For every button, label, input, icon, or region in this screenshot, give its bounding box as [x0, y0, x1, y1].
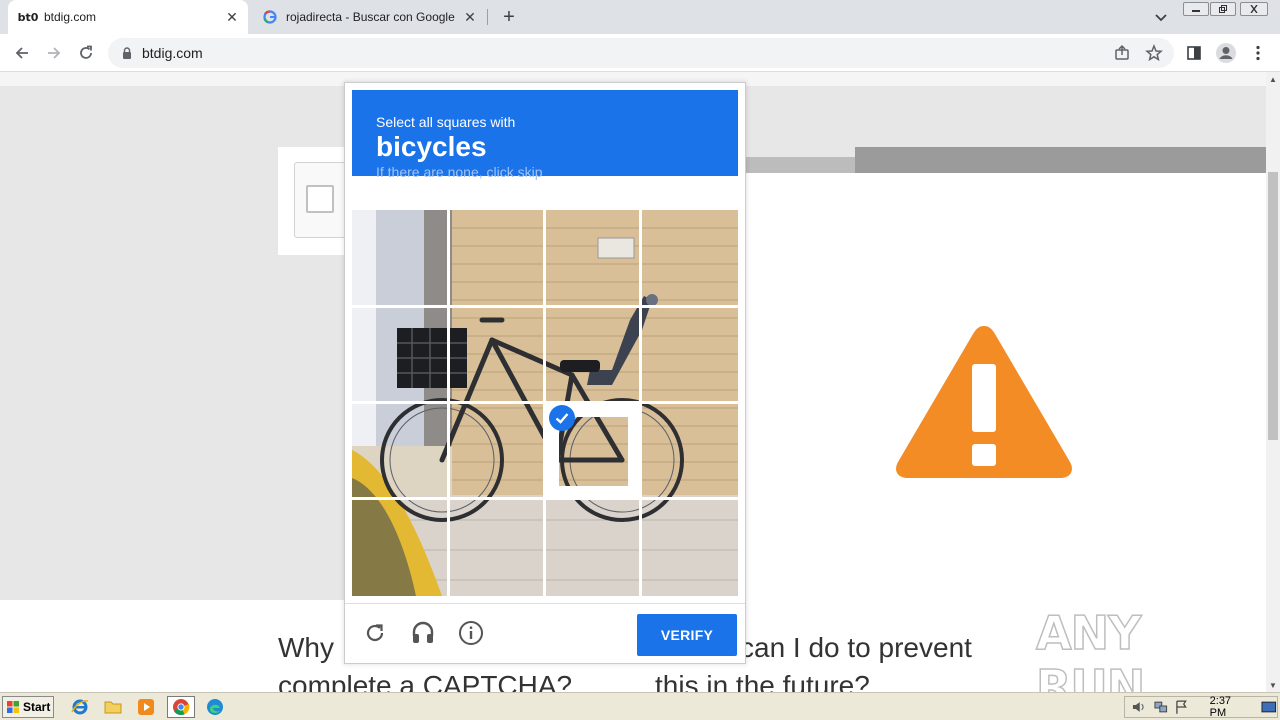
why-heading-line2: complete a CAPTCHA? — [278, 670, 573, 692]
reload-icon[interactable] — [360, 618, 390, 648]
volume-icon[interactable] — [1131, 699, 1147, 715]
network-icon[interactable] — [1153, 699, 1169, 715]
edge-icon[interactable] — [203, 696, 227, 718]
captcha-instruction: Select all squares with — [376, 114, 516, 130]
captcha-tile-2[interactable] — [450, 210, 543, 305]
taskbar-clock: 2:37 PM — [1209, 695, 1232, 719]
windows-flag-icon — [7, 701, 19, 713]
captcha-target: bicycles — [376, 131, 487, 162]
captcha-tile-14[interactable] — [450, 500, 543, 596]
side-panel-icon[interactable] — [1182, 41, 1206, 65]
tab-title: btdig.com — [44, 10, 97, 24]
reload-icon — [80, 45, 92, 59]
captcha-hint: If there are none, click skip — [376, 164, 543, 180]
captcha-tile-13[interactable] — [352, 500, 447, 596]
captcha-tile-3[interactable] — [546, 210, 639, 305]
verify-button[interactable]: VERIFY — [637, 614, 737, 656]
internet-explorer-icon[interactable] — [68, 696, 92, 718]
chrome-icon[interactable] — [167, 696, 195, 718]
prevent-heading-line2: this in the future? — [655, 670, 870, 692]
browser-toolbar: btdig.com — [0, 34, 1280, 72]
recaptcha-checkbox[interactable] — [306, 185, 334, 213]
captcha-image-grid — [352, 210, 738, 596]
start-button[interactable]: Start — [2, 696, 54, 718]
system-tray: 2:37 PM — [1124, 695, 1278, 719]
media-player-icon[interactable] — [134, 696, 158, 718]
anyrun-watermark: ANY RUN — [1035, 605, 1146, 692]
chevron-down-icon[interactable] — [1152, 8, 1170, 26]
page-scrollbar[interactable]: ▲ ▼ — [1266, 72, 1280, 692]
captcha-tile-5[interactable] — [352, 308, 447, 401]
captcha-header: Select all squares with bicycles If ther… — [352, 90, 738, 180]
captcha-tile-4[interactable] — [642, 210, 738, 305]
arrow-right-icon — [48, 47, 61, 59]
kebab-menu-icon[interactable] — [1246, 41, 1270, 65]
captcha-tile-10[interactable] — [450, 404, 543, 497]
forward-button[interactable] — [42, 41, 66, 65]
prevent-heading-line1: can I do to prevent — [740, 632, 972, 663]
tab-title: rojadirecta - Buscar con Google — [286, 10, 455, 24]
action-center-flag-icon[interactable] — [1174, 699, 1190, 715]
new-tab-button[interactable]: + — [498, 6, 520, 28]
start-label: Start — [23, 700, 51, 714]
captcha-tile-12[interactable] — [642, 404, 738, 497]
captcha-footer: VERIFY — [345, 603, 745, 663]
tab-strip: bt0 btdig.com ✕ rojadirecta - Buscar con… — [0, 0, 1280, 34]
bt-logo-icon: bt0 — [17, 10, 39, 24]
captcha-tile-1[interactable] — [352, 210, 447, 305]
scroll-thumb[interactable] — [1268, 172, 1278, 440]
tab-btdig[interactable]: bt0 btdig.com ✕ — [8, 0, 248, 34]
minimize-button[interactable] — [1183, 2, 1209, 16]
close-icon[interactable]: ✕ — [224, 9, 240, 25]
profile-avatar-icon[interactable] — [1214, 41, 1238, 65]
google-g-icon — [262, 9, 278, 25]
captcha-tile-9[interactable] — [352, 404, 447, 497]
share-icon[interactable] — [1110, 41, 1134, 65]
captcha-tile-11[interactable] — [546, 404, 639, 497]
captcha-tile-15[interactable] — [546, 500, 639, 596]
close-icon[interactable]: ✕ — [462, 9, 478, 25]
lock-icon — [120, 46, 134, 60]
bookmark-star-icon[interactable] — [1142, 41, 1166, 65]
captcha-tile-8[interactable] — [642, 308, 738, 401]
captcha-tile-16[interactable] — [642, 500, 738, 596]
close-window-button[interactable] — [1240, 2, 1268, 16]
address-bar[interactable]: btdig.com — [108, 38, 1174, 68]
reload-button[interactable] — [74, 41, 98, 65]
audio-icon[interactable] — [408, 618, 438, 648]
restore-button[interactable] — [1210, 2, 1236, 16]
arrow-left-icon — [15, 47, 28, 59]
scroll-down-arrow-icon[interactable]: ▼ — [1266, 678, 1280, 692]
info-icon[interactable] — [456, 618, 486, 648]
warning-triangle-icon — [896, 326, 1072, 478]
back-button[interactable] — [10, 41, 34, 65]
scroll-up-arrow-icon[interactable]: ▲ — [1266, 72, 1280, 86]
show-desktop-icon[interactable] — [1261, 699, 1277, 715]
tab-separator — [487, 9, 488, 25]
why-heading-line1: Why — [278, 632, 334, 663]
folder-icon[interactable] — [101, 696, 125, 718]
tab-google[interactable]: rojadirecta - Buscar con Google ✕ — [250, 0, 486, 34]
windows-taskbar: Start 2:37 PM — [0, 692, 1280, 720]
captcha-challenge-dialog: Select all squares with bicycles If ther… — [344, 82, 746, 664]
captcha-tile-6[interactable] — [450, 308, 543, 401]
browser-illustration-tab — [745, 157, 860, 173]
url-text: btdig.com — [142, 45, 203, 61]
captcha-tile-7[interactable] — [546, 308, 639, 401]
browser-illustration-bar — [855, 147, 1266, 173]
